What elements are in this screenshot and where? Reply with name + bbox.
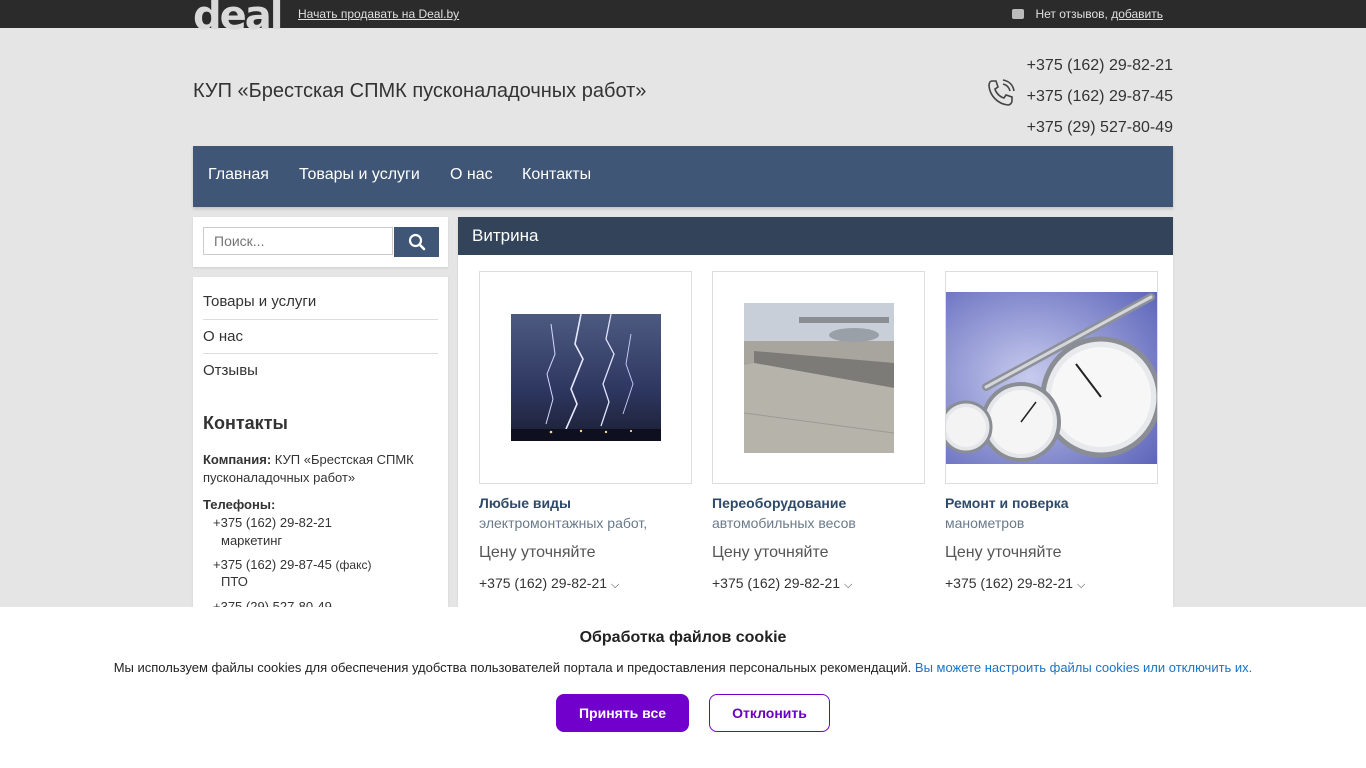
nav-products[interactable]: Товары и услуги	[299, 166, 420, 184]
lightning-photo	[511, 314, 661, 441]
header-phone-2[interactable]: +375 (162) 29-87-45	[1027, 81, 1173, 112]
sidebar-phone-1[interactable]: +375 (162) 29-82-21	[213, 514, 332, 532]
decline-button[interactable]: Отклонить	[709, 694, 830, 732]
sidebar-item-about[interactable]: О нас	[203, 328, 438, 345]
reviews-text: Нет отзывов,	[1035, 7, 1108, 21]
product-image-scales[interactable]	[712, 271, 925, 484]
product-phone[interactable]: +375 (162) 29-82-21 ⌵	[945, 575, 1085, 592]
sidebar-phone-2-person: ПТО	[221, 574, 248, 589]
product-image-lightning[interactable]	[479, 271, 692, 484]
product-price: Цену уточняйте	[712, 544, 829, 561]
search-button[interactable]	[394, 227, 439, 257]
main-nav: Главная Товары и услуги О нас Контакты	[193, 146, 1173, 207]
sidebar-item-reviews[interactable]: Отзывы	[203, 362, 438, 379]
sidebar-phone-2-note: (факс)	[335, 558, 372, 572]
cookie-text: Мы используем файлы cookies для обеспече…	[0, 660, 1366, 675]
top-bar: deal Начать продавать на Deal.by Нет отз…	[0, 0, 1366, 36]
showcase-title: Витрина	[472, 226, 539, 245]
sidebar-item-products[interactable]: Товары и услуги	[203, 293, 438, 310]
sidebar-phone-1-person: маркетинг	[221, 533, 283, 548]
product-phone[interactable]: +375 (162) 29-82-21 ⌵	[712, 575, 852, 592]
cookie-title: Обработка файлов cookie	[579, 629, 787, 646]
showcase-header: Витрина	[458, 217, 1173, 255]
product-phone-number[interactable]: +375 (162) 29-82-21	[945, 575, 1073, 591]
product-title[interactable]: Любые виды	[479, 495, 571, 511]
sidebar-phone-2[interactable]: +375 (162) 29-87-45 (факс)	[213, 556, 371, 574]
product-subtitle[interactable]: манометров	[945, 515, 1024, 531]
accept-all-button[interactable]: Принять все	[556, 694, 689, 732]
nav-about[interactable]: О нас	[450, 166, 493, 184]
divider	[203, 319, 438, 320]
product-price: Цену уточняйте	[479, 544, 596, 561]
nav-home[interactable]: Главная	[208, 166, 269, 184]
chevron-down-icon[interactable]: ⌵	[1077, 579, 1085, 591]
phone-icon	[988, 79, 1015, 106]
product-subtitle[interactable]: электромонтажных работ,	[479, 515, 647, 531]
divider	[203, 353, 438, 354]
header-phone-3[interactable]: +375 (29) 527-80-49	[1027, 112, 1173, 143]
contacts-heading: Контакты	[203, 413, 288, 433]
search-panel	[193, 217, 448, 267]
start-selling-link[interactable]: Начать продавать на Deal.by	[298, 7, 459, 21]
company-title: КУП «Брестская СПМК пусконаладочных рабо…	[193, 80, 647, 102]
manometers-photo	[946, 292, 1157, 464]
comment-icon	[1012, 8, 1025, 19]
phones-label: Телефоны:	[203, 497, 276, 512]
product-image-manometers[interactable]	[945, 271, 1158, 484]
header-phone-1[interactable]: +375 (162) 29-82-21	[1027, 50, 1173, 81]
scales-photo	[744, 303, 894, 453]
product-price: Цену уточняйте	[945, 544, 1062, 561]
nav-contacts[interactable]: Контакты	[522, 166, 591, 184]
header-phones: +375 (162) 29-82-21 +375 (162) 29-87-45 …	[1027, 50, 1173, 143]
product-phone[interactable]: +375 (162) 29-82-21 ⌵	[479, 575, 619, 592]
chevron-down-icon[interactable]: ⌵	[844, 579, 852, 591]
product-title[interactable]: Ремонт и поверка	[945, 495, 1069, 511]
cookie-banner: Обработка файлов cookie Мы используем фа…	[0, 607, 1366, 768]
search-icon	[408, 233, 425, 251]
product-title[interactable]: Переоборудование	[712, 495, 846, 511]
search-input[interactable]	[203, 227, 393, 255]
chevron-down-icon[interactable]: ⌵	[611, 579, 619, 591]
deal-logo[interactable]: deal	[193, 0, 283, 36]
add-review-link[interactable]: добавить	[1111, 7, 1163, 21]
product-subtitle[interactable]: автомобильных весов	[712, 515, 856, 531]
company-label: Компания:	[203, 452, 272, 467]
showcase: Витрина Любые виды электромонтажных рабо…	[458, 217, 1173, 617]
company-info: Компания: КУП «Брестская СПМК пусконалад…	[203, 451, 438, 487]
product-phone-number[interactable]: +375 (162) 29-82-21	[479, 575, 607, 591]
product-phone-number[interactable]: +375 (162) 29-82-21	[712, 575, 840, 591]
cookie-description: Мы используем файлы cookies для обеспече…	[113, 660, 912, 675]
sidebar-phone-2-number[interactable]: +375 (162) 29-87-45	[213, 557, 332, 572]
cookie-settings-link[interactable]: Вы можете настроить файлы cookies или от…	[915, 660, 1252, 675]
reviews-info: Нет отзывов, добавить	[1012, 7, 1163, 21]
sidebar: Товары и услуги О нас Отзывы Контакты Ко…	[193, 277, 448, 617]
